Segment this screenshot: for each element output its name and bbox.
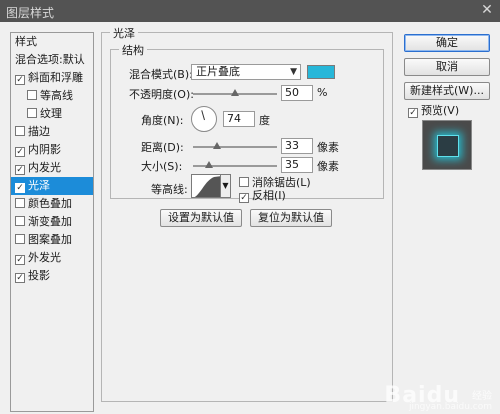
invert-option[interactable]: ✓ 反相(I) xyxy=(239,187,286,203)
style-list-item-label: 描边 xyxy=(28,125,50,138)
preview-square xyxy=(437,135,459,157)
layer-style-dialog: 样式 混合选项:默认 ✓ 斜面和浮雕 等高线 纹理 描边 ✓ 内阴影 ✓ 内发光 ✓ 光泽 颜色叠加渐… xyxy=(0,22,500,414)
style-list-item-label: 投影 xyxy=(28,269,50,282)
contour-picker[interactable] xyxy=(191,174,221,198)
style-list-item-label: 光泽 xyxy=(28,179,50,192)
angle-label: 角度(N): xyxy=(141,114,184,127)
blend-mode-value: 正片叠底 xyxy=(196,65,240,78)
close-icon[interactable]: ✕ xyxy=(480,2,494,18)
anti-alias-checkbox[interactable] xyxy=(239,177,249,187)
style-checkbox[interactable]: ✓ xyxy=(15,273,25,283)
angle-dial[interactable] xyxy=(191,106,217,132)
size-unit: 像素 xyxy=(317,160,339,173)
style-list-item[interactable]: 纹理 xyxy=(11,105,93,123)
distance-unit: 像素 xyxy=(317,141,339,154)
style-checkbox[interactable]: ✓ xyxy=(15,165,25,175)
satin-panel: 光泽 结构 混合模式(B): 正片叠底 ▼ 不透明度(O): 50 % 角度(N… xyxy=(101,25,393,402)
style-list-item[interactable]: ✓ 外发光 xyxy=(11,249,93,267)
angle-dial-needle xyxy=(201,110,205,121)
blend-options-item[interactable]: 混合选项:默认 xyxy=(11,51,93,69)
invert-label: 反相(I) xyxy=(252,189,286,202)
reset-default-button[interactable]: 复位为默认值 xyxy=(250,209,332,227)
style-list-item[interactable]: ✓ 内发光 xyxy=(11,159,93,177)
style-list-item-label: 斜面和浮雕 xyxy=(28,71,83,84)
opacity-slider-thumb[interactable] xyxy=(231,89,239,96)
preview-checkbox[interactable]: ✓ xyxy=(408,108,418,118)
style-list-item-label: 内发光 xyxy=(28,161,61,174)
contour-label: 等高线: xyxy=(151,183,188,196)
style-checkbox[interactable] xyxy=(15,234,25,244)
cancel-button[interactable]: 取消 xyxy=(404,58,490,76)
style-checkbox[interactable]: ✓ xyxy=(15,75,25,85)
angle-input[interactable]: 74 xyxy=(223,111,255,127)
preview-option[interactable]: ✓ 预览(V) xyxy=(408,102,459,118)
style-checkbox[interactable] xyxy=(15,198,25,208)
satin-color-swatch[interactable] xyxy=(307,65,335,79)
style-list-item[interactable]: 颜色叠加 xyxy=(11,195,93,213)
style-checkbox[interactable]: ✓ xyxy=(15,147,25,157)
style-list-item-label: 等高线 xyxy=(40,89,73,102)
new-style-button[interactable]: 新建样式(W)... xyxy=(404,82,490,100)
distance-slider-thumb[interactable] xyxy=(213,142,221,149)
window-title: 图层样式 xyxy=(6,6,55,20)
style-list-item[interactable]: ✓ 投影 xyxy=(11,267,93,285)
distance-label: 距离(D): xyxy=(141,141,184,154)
preview-label: 预览(V) xyxy=(421,104,460,117)
style-checkbox[interactable]: ✓ xyxy=(15,255,25,265)
style-list-item[interactable]: ✓ 光泽 xyxy=(11,177,93,195)
style-list-item-label: 图案叠加 xyxy=(28,233,72,246)
style-list-item[interactable]: 描边 xyxy=(11,123,93,141)
style-list-item[interactable]: ✓ 内阴影 xyxy=(11,141,93,159)
style-checkbox[interactable] xyxy=(27,90,37,100)
structure-group: 结构 混合模式(B): 正片叠底 ▼ 不透明度(O): 50 % 角度(N): … xyxy=(110,42,384,203)
invert-checkbox[interactable]: ✓ xyxy=(239,193,249,203)
blend-mode-label: 混合模式(B): xyxy=(129,68,193,81)
style-preview-thumbnail xyxy=(422,120,472,170)
opacity-slider[interactable] xyxy=(193,89,277,96)
contour-curve-icon xyxy=(194,176,220,197)
style-checkbox[interactable] xyxy=(15,216,25,226)
style-list-header[interactable]: 样式 xyxy=(11,33,93,51)
style-list-item-label: 外发光 xyxy=(28,251,61,264)
style-list-item[interactable]: 渐变叠加 xyxy=(11,213,93,231)
blend-mode-select[interactable]: 正片叠底 ▼ xyxy=(191,64,301,80)
size-input[interactable]: 35 xyxy=(281,157,313,173)
style-checkbox[interactable]: ✓ xyxy=(15,183,25,193)
distance-input[interactable]: 33 xyxy=(281,138,313,154)
opacity-input[interactable]: 50 xyxy=(281,85,313,101)
style-list-item-label: 内阴影 xyxy=(28,143,61,156)
style-list: 样式 混合选项:默认 ✓ 斜面和浮雕 等高线 纹理 描边 ✓ 内阴影 ✓ 内发光 ✓ 光泽 颜色叠加渐… xyxy=(10,32,94,412)
style-checkbox[interactable] xyxy=(15,126,25,136)
size-slider[interactable] xyxy=(193,161,277,168)
style-list-item-label: 颜色叠加 xyxy=(28,197,72,210)
title-bar: 图层样式 ✕ xyxy=(0,0,500,22)
style-checkbox[interactable] xyxy=(27,108,37,118)
opacity-unit: % xyxy=(317,86,328,99)
style-list-item[interactable]: 图案叠加 xyxy=(11,231,93,249)
style-list-item-label: 渐变叠加 xyxy=(28,215,72,228)
watermark-url: jingyan.baidu.com xyxy=(408,402,492,412)
size-slider-thumb[interactable] xyxy=(205,161,213,168)
style-list-item[interactable]: 等高线 xyxy=(11,87,93,105)
chevron-down-icon[interactable]: ▼ xyxy=(221,174,231,198)
style-list-item[interactable]: ✓ 斜面和浮雕 xyxy=(11,69,93,87)
opacity-label: 不透明度(O): xyxy=(129,88,194,101)
distance-slider[interactable] xyxy=(193,142,277,149)
style-list-item-label: 纹理 xyxy=(40,107,62,120)
set-default-button[interactable]: 设置为默认值 xyxy=(160,209,242,227)
satin-section-title: 光泽 xyxy=(110,25,138,41)
ok-button[interactable]: 确定 xyxy=(404,34,490,52)
size-label: 大小(S): xyxy=(141,160,183,173)
watermark-sub: 经验 xyxy=(472,391,492,402)
angle-unit: 度 xyxy=(259,114,270,127)
chevron-down-icon: ▼ xyxy=(290,67,297,77)
structure-title: 结构 xyxy=(119,42,147,58)
